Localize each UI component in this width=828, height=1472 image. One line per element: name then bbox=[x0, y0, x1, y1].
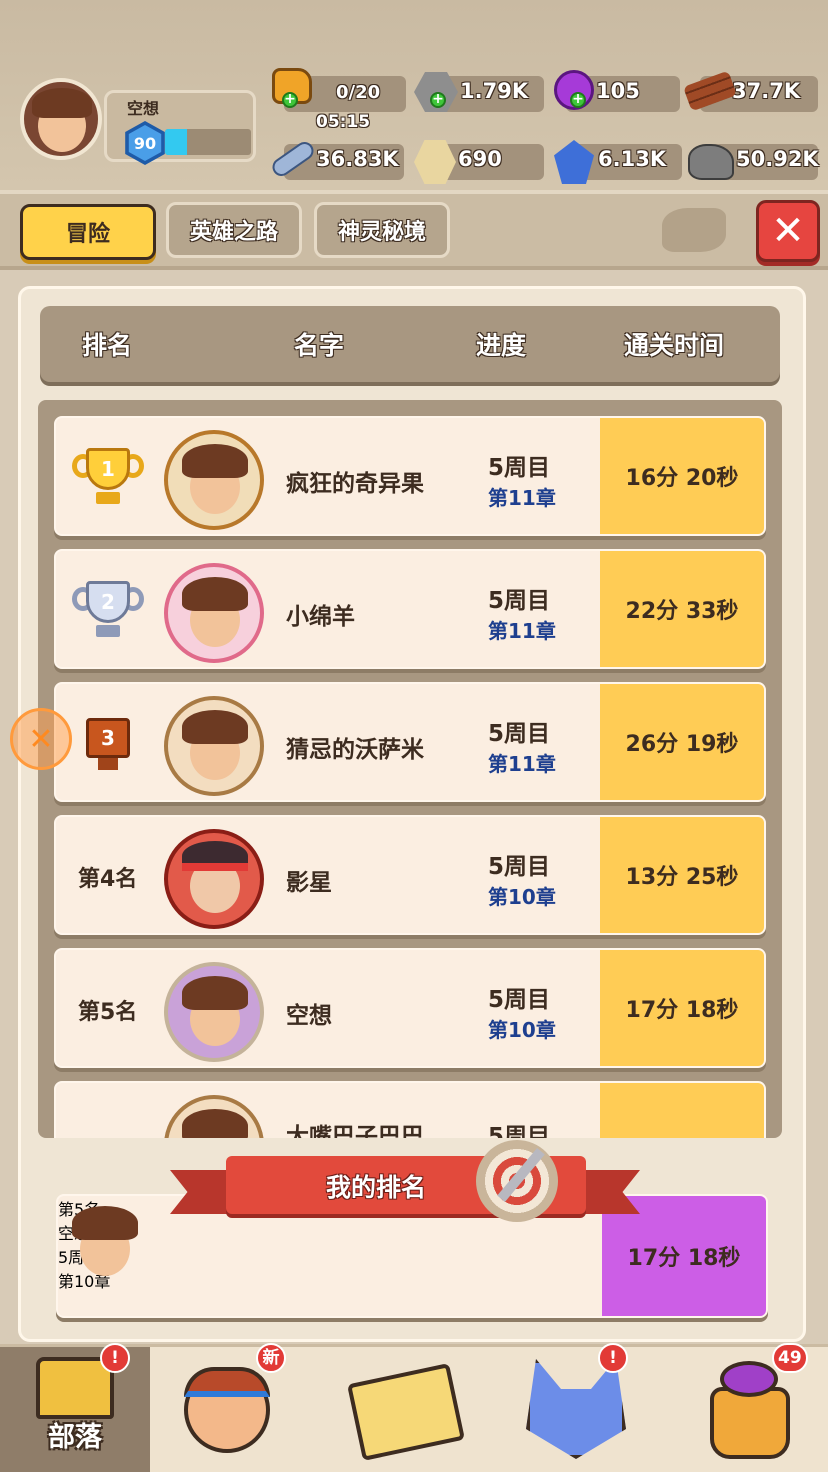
gem-value: 105 bbox=[596, 79, 640, 103]
player-portrait[interactable] bbox=[164, 962, 264, 1062]
player-portrait[interactable] bbox=[164, 563, 264, 663]
lap-count: 5周目 bbox=[488, 455, 551, 481]
add-stone-icon[interactable]: + bbox=[430, 92, 446, 108]
leaderboard-list[interactable]: 1 疯狂的奇异果 5周目 第11章 16分 20秒 2 小绵羊 5周目 第11章… bbox=[38, 400, 782, 1138]
player-name: 小绵羊 bbox=[286, 604, 355, 630]
stone-value: 1.79K bbox=[460, 79, 529, 103]
nav-hero[interactable]: 新 bbox=[168, 1343, 318, 1472]
rank-number: 1 bbox=[101, 457, 115, 481]
player-portrait[interactable] bbox=[164, 1095, 264, 1138]
ore-value: 50.92K bbox=[736, 147, 819, 171]
lap-count: 5周目 bbox=[488, 588, 551, 614]
player-portrait[interactable] bbox=[164, 696, 264, 796]
nav-bag[interactable]: 49 bbox=[680, 1343, 828, 1472]
map-icon bbox=[347, 1363, 465, 1461]
xp-bar bbox=[165, 129, 251, 155]
gold-trophy-icon: 1 bbox=[72, 448, 144, 508]
nav-pet[interactable]: ! bbox=[512, 1343, 662, 1472]
level-badge: 90 bbox=[125, 121, 165, 165]
add-gem-icon[interactable]: + bbox=[570, 92, 586, 108]
player-name: 疯狂的奇异果 bbox=[286, 471, 424, 497]
chapter: 第11章 bbox=[488, 752, 556, 776]
lap-count: 5周目 bbox=[488, 987, 551, 1013]
level-value: 90 bbox=[128, 125, 162, 161]
chapter: 第10章 bbox=[488, 1018, 556, 1042]
player-info-plate: 空想 90 bbox=[104, 90, 256, 165]
stamina-value: 0/20 bbox=[336, 82, 381, 103]
top-header: 空想 90 0/20 + 05:15 1.79K + 105 + 37.7K 3… bbox=[0, 0, 828, 190]
clear-time: 22分 33秒 bbox=[600, 551, 764, 667]
clear-time: 17分 18秒 bbox=[600, 950, 764, 1066]
leaderboard-row[interactable]: 大嘴巴子巴巴 5周目 bbox=[54, 1081, 766, 1138]
lap-count: 5周目 bbox=[488, 1124, 551, 1138]
rank-label: 第5名 bbox=[78, 1000, 138, 1025]
nav-hero-badge: 新 bbox=[256, 1343, 286, 1373]
coin-value: 690 bbox=[458, 147, 502, 171]
silver-trophy-icon: 2 bbox=[72, 581, 144, 641]
rank-label: 第4名 bbox=[78, 867, 138, 892]
lap-count: 5周目 bbox=[488, 721, 551, 747]
leaderboard-row[interactable]: 3 猜忌的沃萨米 5周目 第11章 26分 19秒 bbox=[54, 682, 766, 802]
nav-tribe-label: 部落 bbox=[48, 1422, 102, 1453]
clear-time bbox=[600, 1083, 764, 1138]
xp-bar-fill bbox=[165, 129, 187, 155]
column-progress: 进度 bbox=[476, 331, 527, 360]
clear-time: 16分 20秒 bbox=[600, 418, 764, 534]
column-clear-time: 通关时间 bbox=[624, 331, 725, 360]
player-name: 空想 bbox=[286, 1003, 332, 1029]
pet-wolf-icon bbox=[526, 1359, 626, 1459]
chapter: 第11章 bbox=[488, 486, 556, 510]
chapter: 第11章 bbox=[488, 619, 556, 643]
my-rank-ribbon: 我的排名 bbox=[170, 1156, 640, 1222]
player-portrait[interactable] bbox=[164, 829, 264, 929]
bag-icon bbox=[710, 1387, 790, 1459]
nav-pet-badge: ! bbox=[598, 1343, 628, 1373]
nav-bag-badge: 49 bbox=[772, 1343, 808, 1373]
nav-tribe-badge: ! bbox=[100, 1343, 130, 1373]
clear-time: 26分 19秒 bbox=[600, 684, 764, 800]
column-header: 排名 名字 进度 通关时间 bbox=[40, 306, 780, 382]
add-stamina-icon[interactable]: + bbox=[282, 92, 298, 108]
bottom-nav: 部落 ! 新 ! 49 bbox=[0, 1343, 828, 1472]
chapter: 第10章 bbox=[488, 885, 556, 909]
tab-hero-road[interactable]: 英雄之路 bbox=[166, 202, 302, 258]
column-name: 名字 bbox=[294, 331, 345, 360]
nav-map[interactable] bbox=[338, 1347, 488, 1472]
player-avatar[interactable] bbox=[20, 78, 102, 160]
column-rank: 排名 bbox=[82, 331, 133, 360]
bronze-badge-icon: 3 bbox=[86, 718, 130, 770]
player-name: 猜忌的沃萨米 bbox=[286, 737, 424, 763]
leaderboard-row[interactable]: 1 疯狂的奇异果 5周目 第11章 16分 20秒 bbox=[54, 416, 766, 536]
close-button[interactable]: ✕ bbox=[756, 200, 820, 262]
leaderboard-row[interactable]: 第5名 空想 5周目 第10章 17分 18秒 bbox=[54, 948, 766, 1068]
nav-tribe[interactable]: 部落 ! bbox=[0, 1343, 150, 1472]
leaderboard-row[interactable]: 第4名 影星 5周目 第10章 13分 25秒 bbox=[54, 815, 766, 935]
player-name: 大嘴巴子巴巴 bbox=[286, 1124, 424, 1138]
wood-value: 37.7K bbox=[732, 79, 801, 103]
bone-value: 36.83K bbox=[316, 147, 399, 171]
tab-god-realm[interactable]: 神灵秘境 bbox=[314, 202, 450, 258]
crystal-value: 6.13K bbox=[598, 147, 667, 171]
lap-count: 5周目 bbox=[488, 854, 551, 880]
floating-assist-button[interactable]: ✕ bbox=[10, 708, 72, 770]
rank-number: 3 bbox=[101, 726, 115, 750]
player-name: 空想 bbox=[127, 99, 160, 118]
tab-adventure[interactable]: 冒险 bbox=[20, 204, 156, 260]
dino-emblem-icon bbox=[662, 208, 726, 252]
ore-icon bbox=[688, 144, 734, 180]
rank-number: 2 bbox=[101, 590, 115, 614]
stamina-timer: 05:15 bbox=[316, 112, 371, 132]
player-name: 影星 bbox=[286, 870, 332, 896]
player-portrait[interactable] bbox=[164, 430, 264, 530]
game-screen: 空想 90 0/20 + 05:15 1.79K + 105 + 37.7K 3… bbox=[0, 0, 828, 1472]
clear-time: 13分 25秒 bbox=[600, 817, 764, 933]
leaderboard-row[interactable]: 2 小绵羊 5周目 第11章 22分 33秒 bbox=[54, 549, 766, 669]
